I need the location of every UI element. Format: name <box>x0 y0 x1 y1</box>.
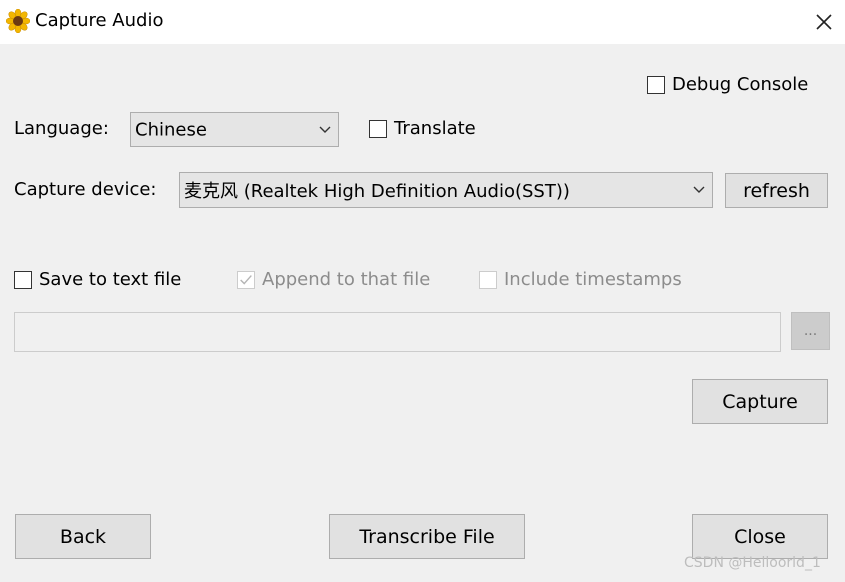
watermark: CSDN @Helloorld_1 <box>684 555 821 571</box>
chevron-down-icon <box>319 126 331 133</box>
language-label: Language: <box>14 118 109 139</box>
capture-device-selected-value: 麦克风 (Realtek High Definition Audio(SST)) <box>184 181 570 202</box>
close-icon[interactable] <box>810 8 838 36</box>
include-timestamps-checkbox[interactable] <box>479 271 497 289</box>
window-title: Capture Audio <box>35 10 164 31</box>
append-label: Append to that file <box>262 269 431 290</box>
back-button[interactable]: Back <box>15 514 151 559</box>
refresh-button[interactable]: refresh <box>725 173 828 208</box>
file-path-input[interactable] <box>14 312 781 352</box>
close-button[interactable]: Close <box>692 514 828 559</box>
debug-console-label: Debug Console <box>672 74 809 95</box>
translate-label: Translate <box>394 118 476 139</box>
browse-button[interactable]: ... <box>791 312 830 350</box>
save-to-file-checkbox[interactable] <box>14 271 32 289</box>
language-dropdown[interactable]: Chinese <box>130 112 339 147</box>
debug-console-checkbox[interactable] <box>647 76 665 94</box>
chevron-down-icon <box>693 186 705 193</box>
capture-device-dropdown[interactable]: 麦克风 (Realtek High Definition Audio(SST)) <box>179 172 713 208</box>
translate-checkbox[interactable] <box>369 120 387 138</box>
save-to-file-label: Save to text file <box>39 269 182 290</box>
language-selected-value: Chinese <box>135 119 207 140</box>
capture-device-label: Capture device: <box>14 179 157 200</box>
checkmark-icon <box>240 275 252 285</box>
transcribe-file-button[interactable]: Transcribe File <box>329 514 525 559</box>
append-checkbox[interactable] <box>237 271 255 289</box>
include-timestamps-label: Include timestamps <box>504 269 682 290</box>
capture-button[interactable]: Capture <box>692 379 828 424</box>
sunflower-icon <box>6 9 30 33</box>
title-bar: Capture Audio <box>0 0 845 44</box>
